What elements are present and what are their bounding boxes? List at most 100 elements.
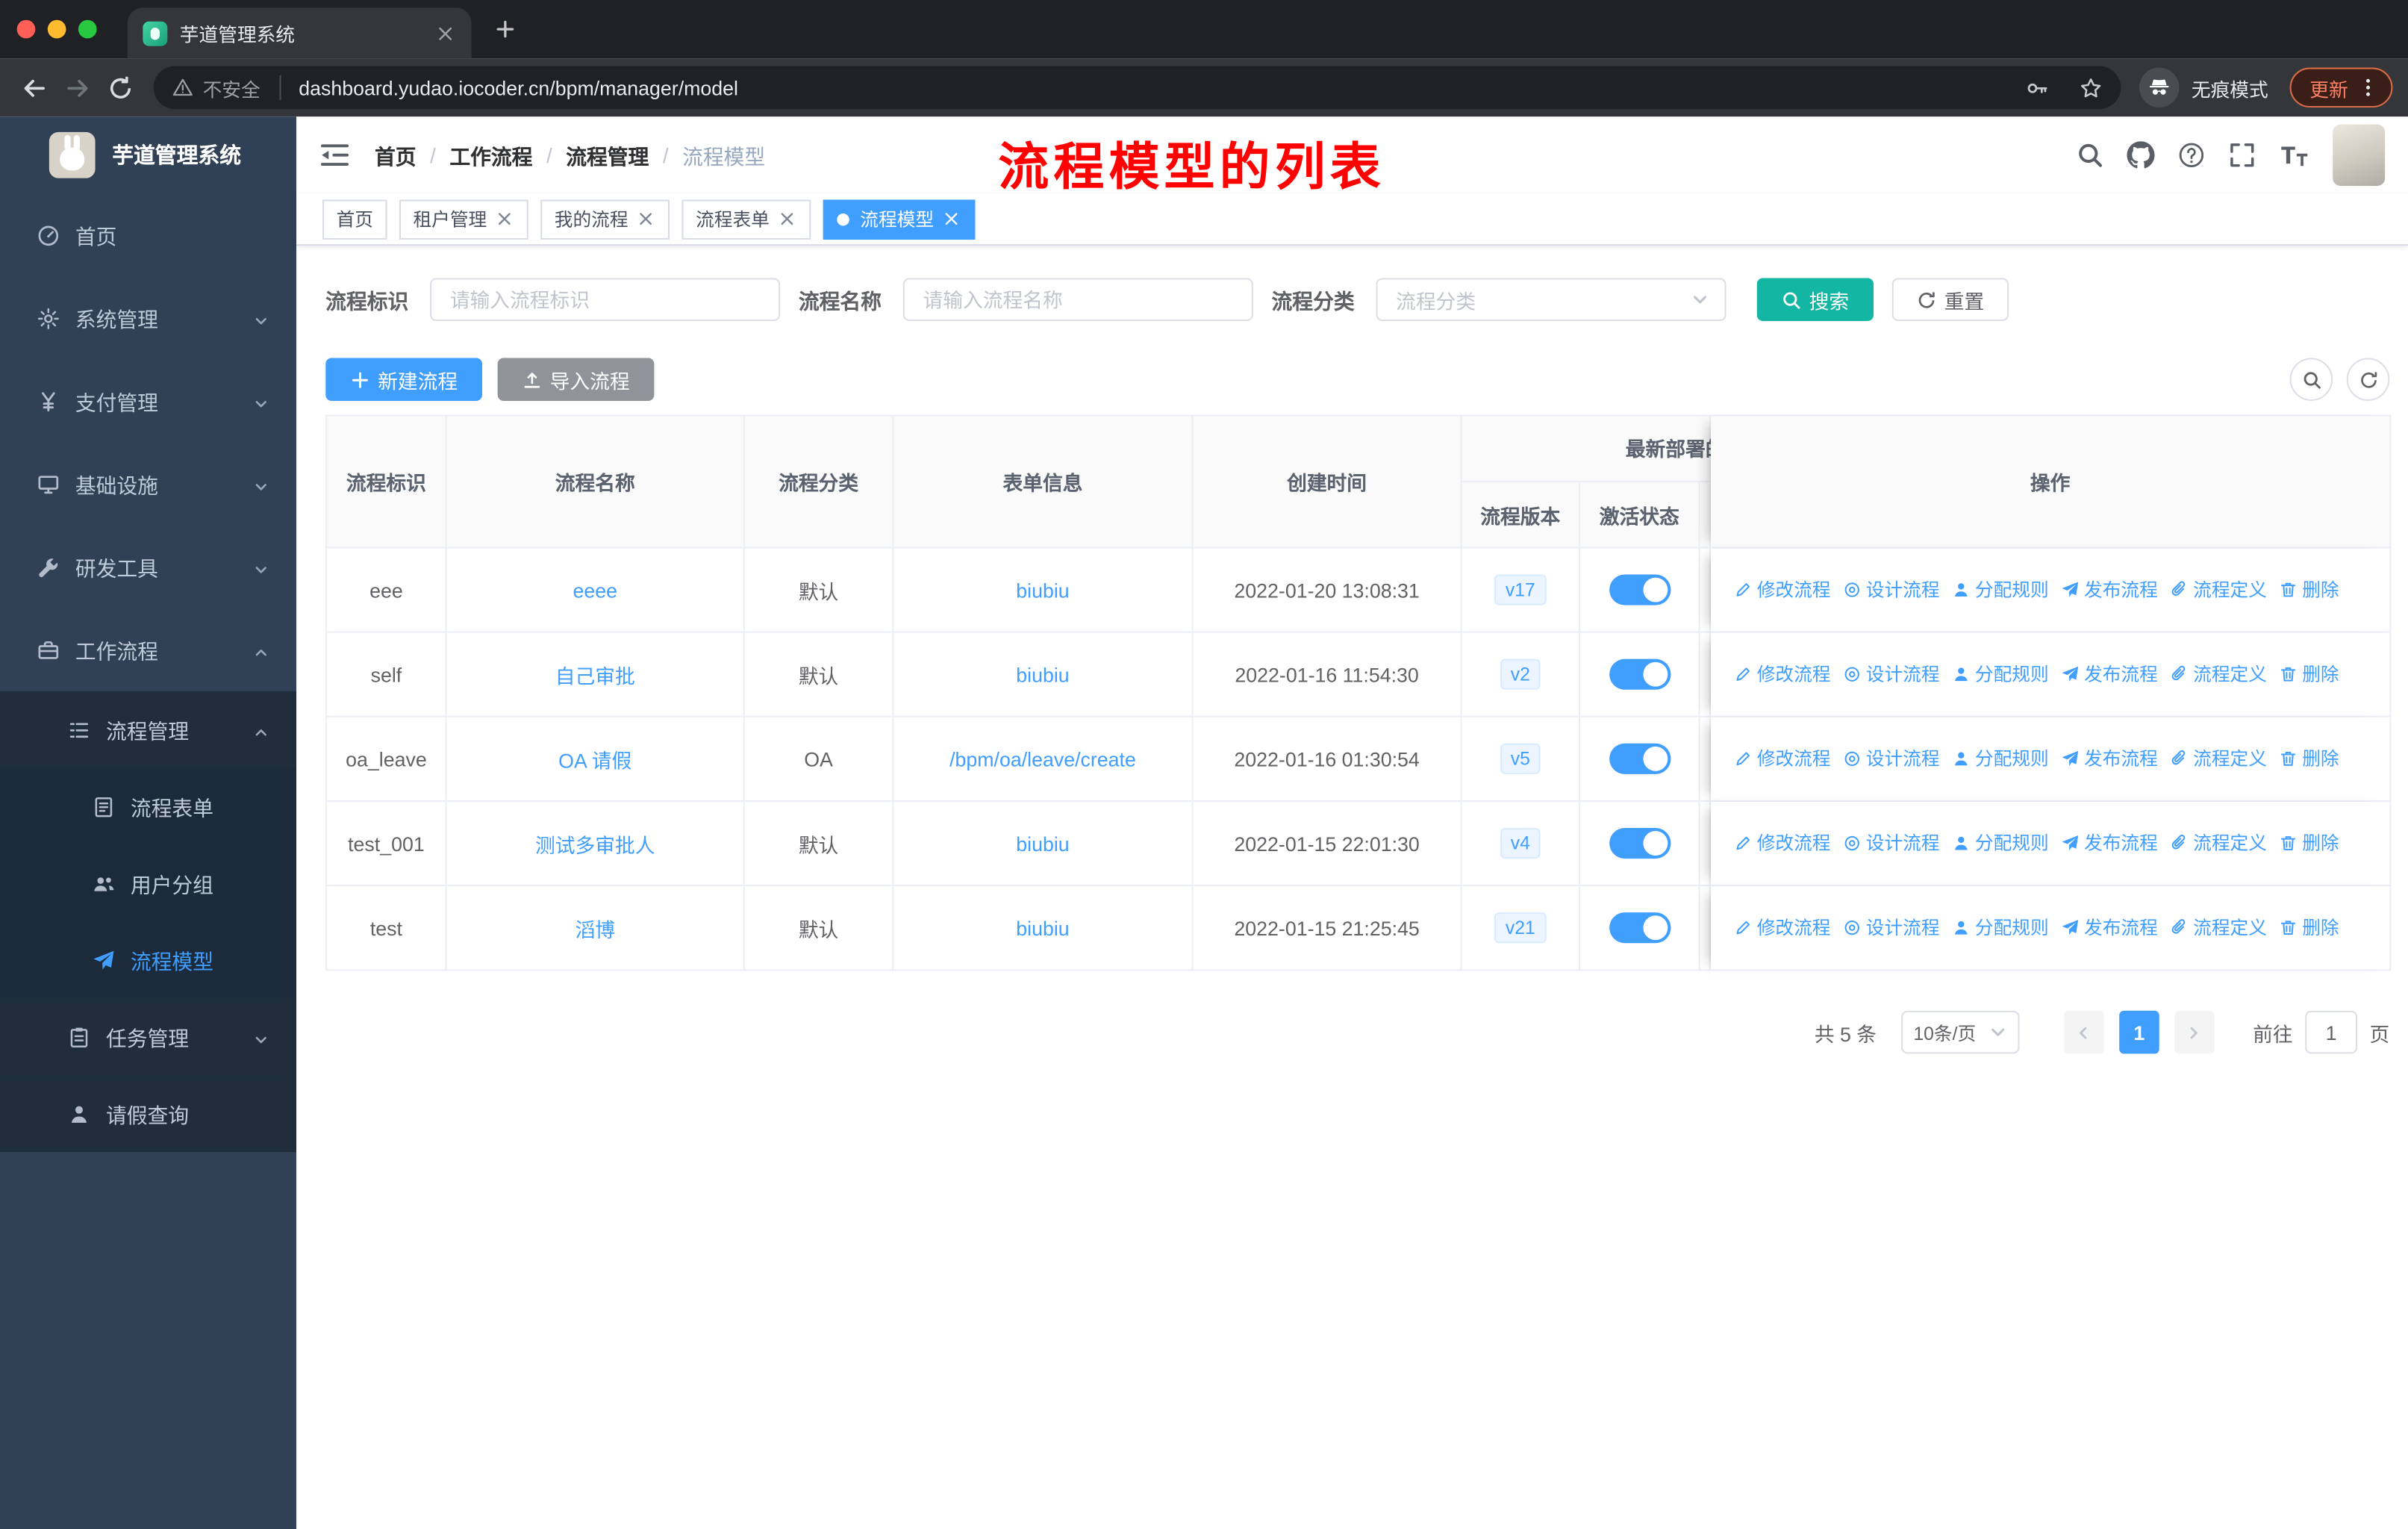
window-maximize-button[interactable] [78,19,97,39]
browser-tab[interactable]: 芋道管理系统 [127,7,472,59]
form-info-link[interactable]: biubiu [1016,832,1069,855]
breadcrumb-item[interactable]: 工作流程 [449,140,532,170]
sidebar-item-dev-tools[interactable]: 研发工具 [0,526,296,608]
tag-close-icon[interactable] [777,209,797,229]
process-name-link[interactable]: eeee [573,579,617,602]
op-assign-link[interactable]: 分配规则 [1952,661,2049,687]
sidebar-collapse-button[interactable] [319,140,350,170]
op-modify-link[interactable]: 修改流程 [1734,830,1830,856]
search-icon[interactable] [2077,141,2104,169]
refresh-table-button[interactable] [2346,358,2390,401]
search-button[interactable]: 搜索 [1756,278,1874,321]
address-bar[interactable]: 不安全 dashboard.yudao.iocoder.cn/bpm/manag… [153,66,2121,110]
op-modify-link[interactable]: 修改流程 [1734,576,1830,602]
op-modify-link[interactable]: 修改流程 [1734,745,1830,771]
tag-close-icon[interactable] [941,209,961,229]
forward-button[interactable] [55,66,99,109]
incognito-badge[interactable] [2139,67,2180,108]
category-select[interactable]: 流程分类 [1376,278,1727,321]
current-page-button[interactable]: 1 [2119,1010,2159,1054]
sidebar-item-process-management[interactable]: 流程管理 [0,691,297,768]
breadcrumb-item[interactable]: 首页 [375,140,417,170]
sidebar-item-infrastructure[interactable]: 基础设施 [0,443,296,526]
back-button[interactable] [12,66,55,109]
page-size-select[interactable]: 10条/页 [1900,1010,2020,1054]
op-delete-link[interactable]: 删除 [2279,661,2339,687]
toggle-search-button[interactable] [2289,358,2333,401]
sidebar-item-user-group[interactable]: 用户分组 [0,844,297,922]
op-publish-link[interactable]: 发布流程 [2061,745,2158,771]
sidebar-item-leave-query[interactable]: 请假查询 [0,1075,297,1153]
op-publish-link[interactable]: 发布流程 [2061,830,2158,856]
form-info-link[interactable]: /bpm/oa/leave/create [949,747,1136,770]
window-minimize-button[interactable] [47,19,66,39]
op-design-link[interactable]: 设计流程 [1843,915,1940,941]
process-id-input[interactable] [430,278,781,321]
goto-page-input[interactable] [2305,1010,2358,1054]
github-icon[interactable] [2127,141,2155,169]
op-definition-link[interactable]: 流程定义 [2170,745,2267,771]
op-definition-link[interactable]: 流程定义 [2170,830,2267,856]
form-info-link[interactable]: biubiu [1016,916,1069,939]
bookmark-star-icon[interactable] [2080,76,2103,99]
process-name-input[interactable] [902,278,1253,321]
process-name-link[interactable]: OA 请假 [558,749,631,772]
op-publish-link[interactable]: 发布流程 [2061,576,2158,602]
form-info-link[interactable]: biubiu [1016,579,1069,602]
tags-view-item-my-process[interactable]: 我的流程 [540,199,670,239]
op-delete-link[interactable]: 删除 [2279,830,2339,856]
process-name-link[interactable]: 自己审批 [555,664,635,688]
op-assign-link[interactable]: 分配规则 [1952,576,2049,602]
tags-view-item-home[interactable]: 首页 [322,199,387,239]
browser-update-button[interactable]: 更新 [2289,67,2393,108]
sidebar-item-workflow[interactable]: 工作流程 [0,608,296,691]
status-toggle[interactable] [1609,658,1671,690]
tag-close-icon[interactable] [636,209,656,229]
op-publish-link[interactable]: 发布流程 [2061,661,2158,687]
tab-close-icon[interactable] [434,22,456,44]
status-toggle[interactable] [1609,912,1671,944]
op-assign-link[interactable]: 分配规则 [1952,915,2049,941]
new-tab-button[interactable] [494,19,516,40]
sidebar-item-system[interactable]: 系统管理 [0,276,296,359]
tags-view-item-process-model[interactable]: 流程模型 [823,199,976,239]
app-logo[interactable]: 芋道管理系统 [0,116,296,193]
sidebar-item-process-form[interactable]: 流程表单 [0,767,297,845]
op-definition-link[interactable]: 流程定义 [2170,915,2267,941]
browser-menu-icon[interactable] [2357,77,2379,99]
avatar[interactable] [2333,124,2386,186]
op-definition-link[interactable]: 流程定义 [2170,661,2267,687]
sidebar-item-home[interactable]: 首页 [0,193,296,276]
op-modify-link[interactable]: 修改流程 [1734,915,1830,941]
status-toggle[interactable] [1609,743,1671,774]
op-design-link[interactable]: 设计流程 [1843,661,1940,687]
password-key-icon[interactable] [2026,76,2049,99]
op-delete-link[interactable]: 删除 [2279,745,2339,771]
reload-button[interactable] [99,66,142,109]
create-process-button[interactable]: 新建流程 [325,358,483,401]
breadcrumb-item[interactable]: 流程管理 [566,140,649,170]
tag-close-icon[interactable] [495,209,515,229]
op-design-link[interactable]: 设计流程 [1843,830,1940,856]
op-assign-link[interactable]: 分配规则 [1952,745,2049,771]
sidebar-item-task-management[interactable]: 任务管理 [0,998,297,1076]
reset-button[interactable]: 重置 [1891,278,2009,321]
prev-page-button[interactable] [2064,1010,2104,1054]
op-modify-link[interactable]: 修改流程 [1734,661,1830,687]
help-icon[interactable] [2177,141,2205,169]
tags-view-item-process-form[interactable]: 流程表单 [681,199,811,239]
next-page-button[interactable] [2174,1010,2215,1054]
import-process-button[interactable]: 导入流程 [497,358,655,401]
sidebar-item-payment[interactable]: 支付管理 [0,359,296,442]
op-design-link[interactable]: 设计流程 [1843,745,1940,771]
op-delete-link[interactable]: 删除 [2279,576,2339,602]
op-publish-link[interactable]: 发布流程 [2061,915,2158,941]
op-assign-link[interactable]: 分配规则 [1952,830,2049,856]
fullscreen-icon[interactable] [2228,141,2256,169]
op-design-link[interactable]: 设计流程 [1843,576,1940,602]
form-info-link[interactable]: biubiu [1016,663,1069,686]
op-definition-link[interactable]: 流程定义 [2170,576,2267,602]
op-delete-link[interactable]: 删除 [2279,915,2339,941]
status-toggle[interactable] [1609,574,1671,605]
process-name-link[interactable]: 滔博 [575,918,615,941]
